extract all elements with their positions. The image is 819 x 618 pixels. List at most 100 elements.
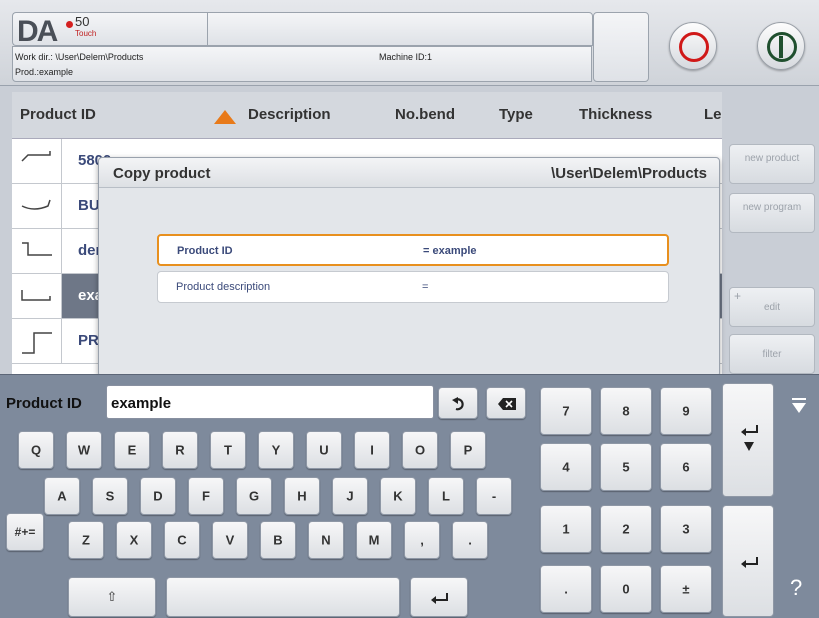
col-no-bend[interactable]: No.bend <box>395 106 455 123</box>
numpad-key-0[interactable]: 0 <box>600 565 652 613</box>
numpad-key-6[interactable]: 6 <box>660 443 712 491</box>
dialog-path: \User\Delem\Products <box>551 165 707 182</box>
key-j[interactable]: J <box>332 477 368 515</box>
numpad-key-8[interactable]: 8 <box>600 387 652 435</box>
stop-button[interactable] <box>669 22 717 70</box>
product-shape-icon <box>12 229 62 273</box>
field-label: Product description <box>176 281 271 293</box>
new-program-button[interactable]: new program <box>729 193 815 233</box>
product-id-field[interactable]: Product ID = example <box>157 234 669 266</box>
key-k[interactable]: K <box>380 477 416 515</box>
product-shape-icon <box>12 184 62 228</box>
header-right-box <box>593 12 649 82</box>
plus-icon: + <box>734 289 742 303</box>
field-label: Product ID <box>177 245 233 257</box>
sort-ascending-icon[interactable] <box>214 110 236 124</box>
brand-logo: DA <box>17 15 58 48</box>
new-product-button[interactable]: new product <box>729 144 815 184</box>
key-d[interactable]: D <box>140 477 176 515</box>
key-l[interactable]: L <box>428 477 464 515</box>
col-length[interactable]: Le <box>704 106 722 123</box>
header-bar: DA 50 Touch Work dir.: \User\Delem\Produ… <box>0 0 819 86</box>
numpad-key-decimal[interactable]: . <box>540 565 592 613</box>
logo-box: DA 50 Touch <box>12 12 208 48</box>
on-screen-keyboard: Product ID example QWERTYUIOP ASDFGHJKL-… <box>0 374 819 618</box>
tab-down-key[interactable] <box>722 383 774 497</box>
numpad-key-4[interactable]: 4 <box>540 443 592 491</box>
field-value: = example <box>423 245 477 257</box>
key-f[interactable]: F <box>188 477 224 515</box>
key-n[interactable]: N <box>308 521 344 559</box>
numpad-key-5[interactable]: 5 <box>600 443 652 491</box>
key-o[interactable]: O <box>402 431 438 469</box>
numpad-key-3[interactable]: 3 <box>660 505 712 553</box>
logo-sub: Touch <box>75 29 97 38</box>
stop-icon <box>679 32 709 62</box>
work-dir-text: Work dir.: \User\Delem\Products <box>15 52 144 62</box>
space-key[interactable] <box>166 577 400 617</box>
shift-key[interactable]: ⇧ <box>68 577 156 617</box>
key-m[interactable]: M <box>356 521 392 559</box>
symbols-toggle-key[interactable]: #+= <box>6 513 44 551</box>
key-i[interactable]: I <box>354 431 390 469</box>
key-e[interactable]: E <box>114 431 150 469</box>
title-box <box>207 12 787 46</box>
backspace-icon <box>498 398 516 410</box>
product-description-field[interactable]: Product description = <box>157 271 669 303</box>
keyboard-input-label: Product ID <box>6 395 82 412</box>
col-thickness[interactable]: Thickness <box>579 106 652 123</box>
key-c[interactable]: C <box>164 521 200 559</box>
key-w[interactable]: W <box>66 431 102 469</box>
key-z[interactable]: Z <box>68 521 104 559</box>
key-y[interactable]: Y <box>258 431 294 469</box>
key-t[interactable]: T <box>210 431 246 469</box>
product-shape-icon <box>12 274 62 318</box>
dialog-title: Copy product <box>113 165 211 182</box>
dialog-title-bar: Copy product \User\Delem\Products <box>99 158 719 188</box>
numpad-key-plus-minus[interactable]: ± <box>660 565 712 613</box>
tab-down-icon <box>741 425 758 451</box>
key-q[interactable]: Q <box>18 431 54 469</box>
key-a[interactable]: A <box>44 477 80 515</box>
key-h[interactable]: H <box>284 477 320 515</box>
keyboard-input-field[interactable]: example <box>106 385 434 419</box>
numpad-key-1[interactable]: 1 <box>540 505 592 553</box>
key-s[interactable]: S <box>92 477 128 515</box>
numpad-key-7[interactable]: 7 <box>540 387 592 435</box>
key-x[interactable]: X <box>116 521 152 559</box>
key-u[interactable]: U <box>306 431 342 469</box>
key-dash[interactable]: - <box>476 477 512 515</box>
enter-numpad-key[interactable] <box>722 505 774 617</box>
help-icon[interactable]: ? <box>790 575 802 601</box>
numpad-key-9[interactable]: 9 <box>660 387 712 435</box>
product-text: Prod.:example <box>15 67 74 77</box>
key-r[interactable]: R <box>162 431 198 469</box>
keyboard-collapse-icon[interactable] <box>791 397 807 415</box>
edit-label: edit <box>763 302 781 313</box>
col-type[interactable]: Type <box>499 106 533 123</box>
product-shape-icon <box>12 319 62 363</box>
numpad-key-2[interactable]: 2 <box>600 505 652 553</box>
key-b[interactable]: B <box>260 521 296 559</box>
col-description[interactable]: Description <box>248 106 331 123</box>
edit-button[interactable]: + edit <box>729 287 815 327</box>
logo-dot <box>66 21 73 28</box>
key-p[interactable]: P <box>450 431 486 469</box>
key-period[interactable]: . <box>452 521 488 559</box>
undo-icon <box>452 397 464 411</box>
col-product-id[interactable]: Product ID <box>20 106 96 123</box>
enter-key[interactable] <box>410 577 468 617</box>
filter-button[interactable]: filter <box>729 334 815 374</box>
status-box: Work dir.: \User\Delem\Products Prod.:ex… <box>12 46 592 82</box>
key-comma[interactable]: , <box>404 521 440 559</box>
field-value: = <box>422 281 429 293</box>
backspace-button[interactable] <box>486 387 526 419</box>
product-shape-icon <box>12 139 62 183</box>
key-g[interactable]: G <box>236 477 272 515</box>
copy-product-dialog: Copy product \User\Delem\Products Produc… <box>98 157 720 377</box>
machine-id-text: Machine ID:1 <box>379 52 433 62</box>
key-v[interactable]: V <box>212 521 248 559</box>
shift-icon: ⇧ <box>106 589 118 604</box>
undo-button[interactable] <box>438 387 478 419</box>
start-button[interactable] <box>757 22 805 70</box>
